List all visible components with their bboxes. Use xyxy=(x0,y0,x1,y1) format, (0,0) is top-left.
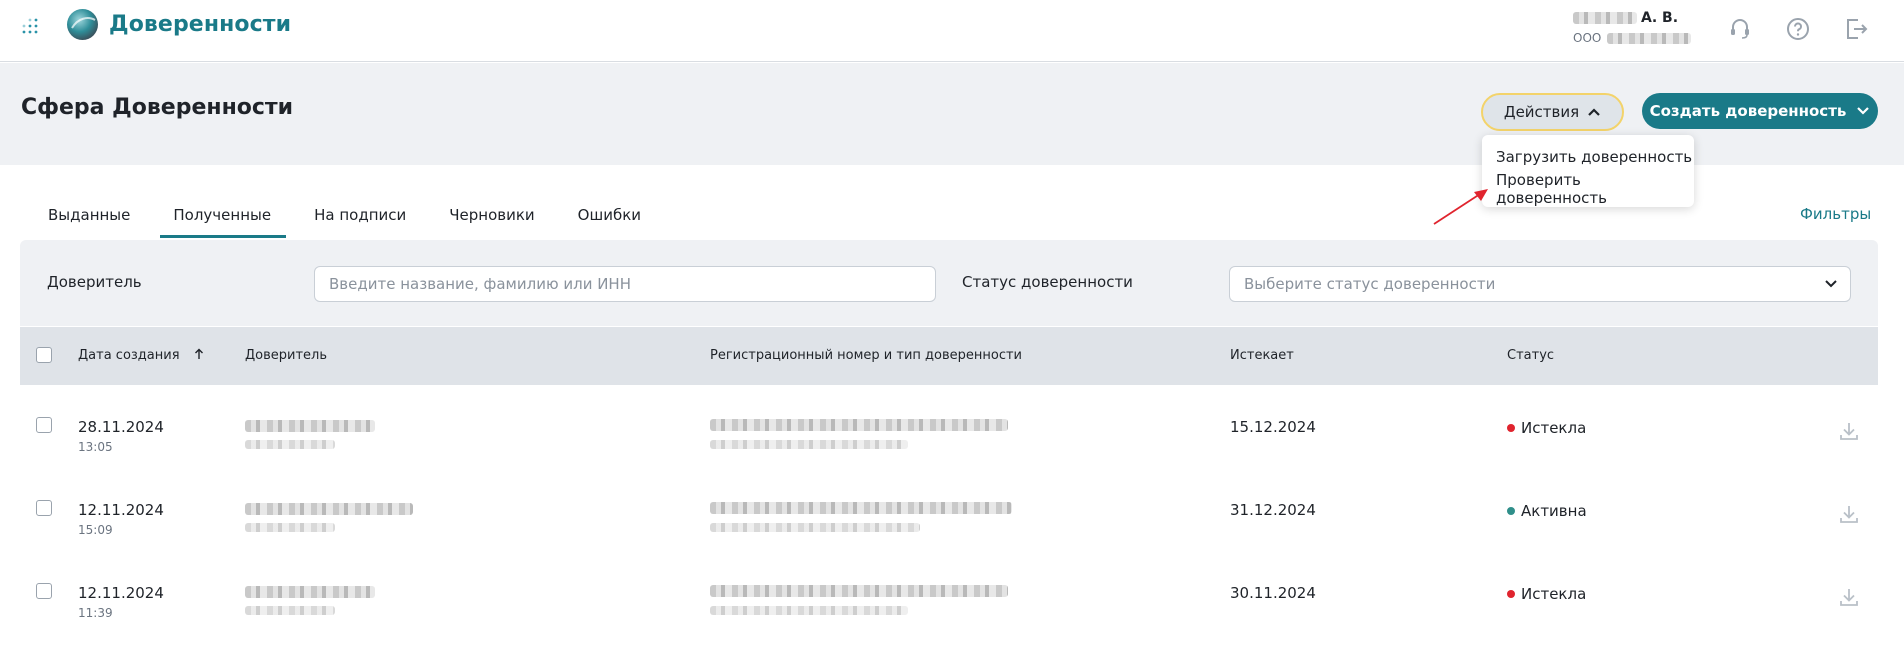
tabs-bar: Выданные Полученные На подписи Черновики… xyxy=(20,200,656,240)
actions-button-label: Действия xyxy=(1503,103,1580,121)
tab-received[interactable]: Полученные xyxy=(145,200,286,240)
select-all-checkbox[interactable] xyxy=(36,347,52,363)
principal-inn-redacted xyxy=(245,523,335,532)
annotation-arrow-icon xyxy=(1433,189,1488,225)
org-name-redacted xyxy=(1607,32,1692,44)
menu-item-upload-proxy[interactable]: Загрузить доверенность xyxy=(1482,141,1694,173)
user-initials: А. В. xyxy=(1641,10,1679,26)
row-status-label: Активна xyxy=(1521,502,1587,520)
proxy-type-redacted xyxy=(710,606,908,615)
row-status: Активна xyxy=(1507,502,1587,520)
create-proxy-label: Создать доверенность xyxy=(1649,102,1847,120)
principal-name-redacted xyxy=(245,586,375,598)
header-status: Статус xyxy=(1507,348,1555,363)
row-created-time: 13:05 xyxy=(78,440,113,454)
tab-issued[interactable]: Выданные xyxy=(20,200,145,240)
status-dot-expired xyxy=(1507,424,1515,432)
row-created-date: 12.11.2024 xyxy=(78,501,164,519)
download-icon[interactable] xyxy=(1838,586,1860,608)
table-header: Дата создания Доверитель Регистрационный… xyxy=(20,327,1878,385)
top-bar: Доверенности А. В. ООО xyxy=(0,0,1904,62)
header-created-date[interactable]: Дата создания xyxy=(78,348,204,363)
org-prefix: ООО xyxy=(1573,31,1602,45)
registration-number-redacted xyxy=(710,502,1012,514)
download-icon[interactable] xyxy=(1838,503,1860,525)
row-created-date: 12.11.2024 xyxy=(78,584,164,602)
tab-drafts[interactable]: Черновики xyxy=(421,200,549,240)
row-expires-date: 30.11.2024 xyxy=(1230,584,1316,602)
app-logo-icon xyxy=(67,9,98,40)
header-principal: Доверитель xyxy=(245,348,328,363)
row-checkbox[interactable] xyxy=(36,583,52,599)
logout-icon[interactable] xyxy=(1843,16,1869,42)
filters-link[interactable]: Фильтры xyxy=(1800,205,1871,223)
menu-item-verify-proxy[interactable]: Проверить доверенность xyxy=(1482,171,1694,207)
row-status-label: Истекла xyxy=(1521,585,1587,603)
row-expires-date: 31.12.2024 xyxy=(1230,501,1316,519)
row-status-label: Истекла xyxy=(1521,419,1587,437)
row-created-time: 15:09 xyxy=(78,523,113,537)
row-expires-date: 15.12.2024 xyxy=(1230,418,1316,436)
principal-search-input[interactable]: Введите название, фамилию или ИНН xyxy=(314,266,936,302)
principal-filter-label: Доверитель xyxy=(47,273,142,291)
row-checkbox[interactable] xyxy=(36,417,52,433)
status-dot-expired xyxy=(1507,590,1515,598)
header-registration-number: Регистрационный номер и тип доверенности xyxy=(710,348,1022,363)
row-checkbox[interactable] xyxy=(36,500,52,516)
actions-dropdown-menu: Загрузить доверенность Проверить доверен… xyxy=(1482,135,1694,207)
table-row[interactable]: 28.11.2024 13:05 15.12.2024 Истекла xyxy=(20,406,1878,488)
principal-search-placeholder: Введите название, фамилию или ИНН xyxy=(329,275,631,293)
user-surname-redacted xyxy=(1573,12,1637,24)
status-select-placeholder: Выберите статус доверенности xyxy=(1244,275,1496,293)
status-select[interactable]: Выберите статус доверенности xyxy=(1229,266,1851,302)
principal-name-redacted xyxy=(245,503,413,515)
header-created-date-label: Дата создания xyxy=(78,348,180,363)
app-title[interactable]: Доверенности xyxy=(109,11,291,39)
proxy-type-redacted xyxy=(710,440,908,449)
table-row[interactable]: 12.11.2024 11:39 30.11.2024 Истекла xyxy=(20,572,1878,654)
status-dot-active xyxy=(1507,507,1515,515)
registration-number-redacted xyxy=(710,585,1008,597)
proxy-type-redacted xyxy=(710,523,920,532)
principal-name-redacted xyxy=(245,420,375,432)
chevron-up-icon xyxy=(1588,108,1600,116)
tab-errors[interactable]: Ошибки xyxy=(550,200,656,240)
create-proxy-button[interactable]: Создать доверенность xyxy=(1642,93,1878,129)
tab-pending-signature[interactable]: На подписи xyxy=(286,200,421,240)
chevron-down-icon xyxy=(1825,280,1837,288)
download-icon[interactable] xyxy=(1838,420,1860,442)
filter-panel: Доверитель Введите название, фамилию или… xyxy=(20,240,1878,326)
row-status: Истекла xyxy=(1507,585,1586,603)
support-headset-icon[interactable] xyxy=(1727,16,1753,42)
actions-button[interactable]: Действия xyxy=(1481,93,1624,131)
principal-inn-redacted xyxy=(245,440,335,449)
header-expires: Истекает xyxy=(1230,348,1294,363)
row-created-time: 11:39 xyxy=(78,606,113,620)
row-status: Истекла xyxy=(1507,419,1586,437)
sort-ascending-icon[interactable] xyxy=(194,348,204,360)
page-title: Сфера Доверенности xyxy=(21,95,294,120)
row-created-date: 28.11.2024 xyxy=(78,418,164,436)
apps-grid-icon[interactable] xyxy=(22,18,40,36)
registration-number-redacted xyxy=(710,419,1008,431)
user-info[interactable]: А. В. ООО xyxy=(1573,8,1693,48)
status-filter-label: Статус доверенности xyxy=(962,273,1133,291)
chevron-down-icon xyxy=(1857,107,1870,115)
principal-inn-redacted xyxy=(245,606,335,615)
help-icon[interactable] xyxy=(1785,16,1811,42)
table-row[interactable]: 12.11.2024 15:09 31.12.2024 Активна xyxy=(20,489,1878,571)
